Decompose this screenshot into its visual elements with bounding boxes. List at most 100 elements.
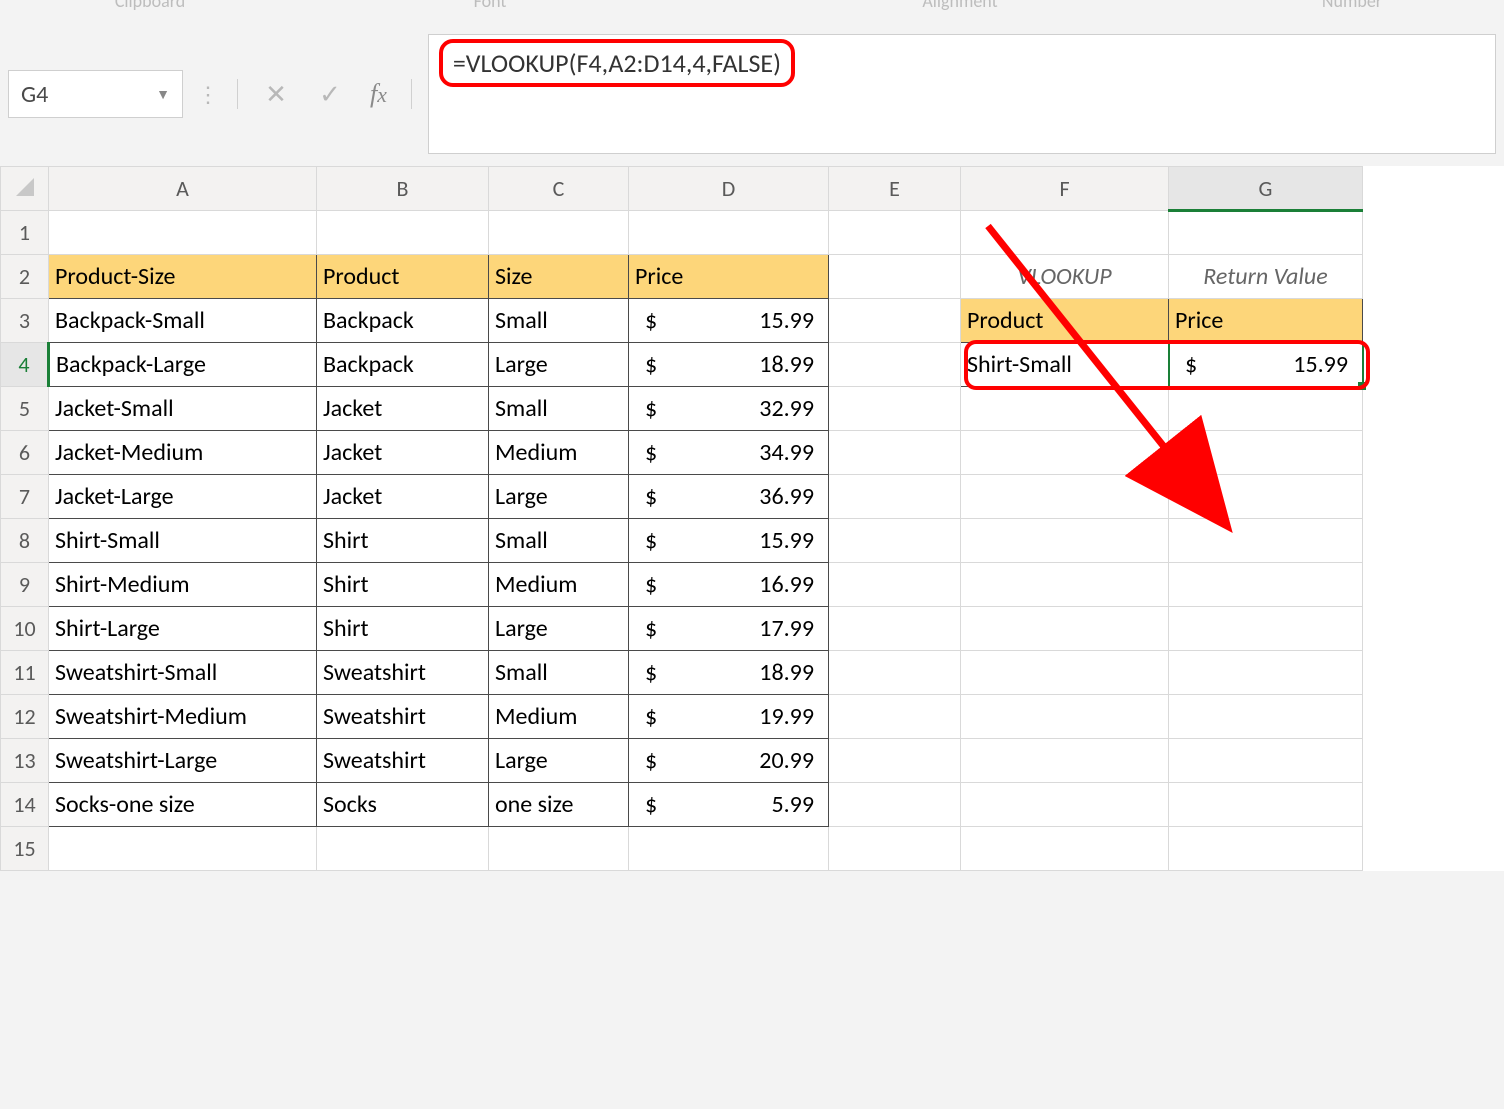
row-header-10[interactable]: 10 (1, 607, 49, 651)
cell[interactable] (829, 475, 961, 519)
cancel-icon[interactable]: ✕ (254, 72, 298, 116)
row-header-5[interactable]: 5 (1, 387, 49, 431)
price-cell[interactable]: $20.99 (629, 739, 829, 783)
row-9[interactable]: 9Shirt-MediumShirtMedium$16.99 (1, 563, 1363, 607)
cell-product-size[interactable]: Shirt-Small (49, 519, 317, 563)
price-cell[interactable]: $32.99 (629, 387, 829, 431)
price-cell[interactable]: $34.99 (629, 431, 829, 475)
cell-size[interactable]: Large (489, 607, 629, 651)
cell[interactable] (829, 827, 961, 871)
cell[interactable] (961, 651, 1169, 695)
row-6[interactable]: 6Jacket-MediumJacketMedium$34.99 (1, 431, 1363, 475)
row-4[interactable]: 4Backpack-LargeBackpackLarge$18.99Shirt-… (1, 343, 1363, 387)
cell[interactable] (829, 387, 961, 431)
cell[interactable] (829, 563, 961, 607)
header-size[interactable]: Size (489, 255, 629, 299)
col-header-C[interactable]: C (489, 167, 629, 211)
row-header-7[interactable]: 7 (1, 475, 49, 519)
cell-size[interactable]: Small (489, 651, 629, 695)
cell-product-size[interactable]: Socks-one size (49, 783, 317, 827)
cell-size[interactable]: Large (489, 343, 629, 387)
cell[interactable] (49, 211, 317, 255)
price-cell[interactable]: $15.99 (629, 519, 829, 563)
price-cell[interactable]: $5.99 (629, 783, 829, 827)
cell[interactable] (829, 651, 961, 695)
cell-product-size[interactable]: Jacket-Medium (49, 431, 317, 475)
cell-product[interactable]: Jacket (317, 431, 489, 475)
cell[interactable] (1169, 607, 1363, 651)
cell[interactable] (961, 695, 1169, 739)
cell[interactable] (1169, 695, 1363, 739)
row-header-11[interactable]: 11 (1, 651, 49, 695)
cell[interactable] (1169, 739, 1363, 783)
cell[interactable] (829, 431, 961, 475)
cell[interactable] (489, 827, 629, 871)
row-header-14[interactable]: 14 (1, 783, 49, 827)
chevron-down-icon[interactable]: ▼ (156, 86, 170, 103)
cell-product[interactable]: Shirt (317, 563, 489, 607)
row-header-6[interactable]: 6 (1, 431, 49, 475)
cell-size[interactable]: Large (489, 739, 629, 783)
cell[interactable] (961, 431, 1169, 475)
spreadsheet-grid[interactable]: A B C D E F G 12Product-SizeProductSizeP… (0, 166, 1504, 871)
cell-product[interactable]: Sweatshirt (317, 651, 489, 695)
cell[interactable] (829, 607, 961, 651)
cell[interactable] (961, 607, 1169, 651)
cell-product-size[interactable]: Backpack-Small (49, 299, 317, 343)
cell-product-size[interactable]: Sweatshirt-Small (49, 651, 317, 695)
cell[interactable] (961, 563, 1169, 607)
cell[interactable] (961, 387, 1169, 431)
select-all-corner[interactable] (1, 167, 49, 211)
cell-product-size[interactable]: Backpack-Large (49, 343, 317, 387)
cell[interactable] (829, 299, 961, 343)
cell-product-size[interactable]: Jacket-Small (49, 387, 317, 431)
cell[interactable] (1169, 563, 1363, 607)
cell-product[interactable]: Backpack (317, 299, 489, 343)
cell[interactable] (489, 211, 629, 255)
row-header-15[interactable]: 15 (1, 827, 49, 871)
col-header-F[interactable]: F (961, 167, 1169, 211)
row-7[interactable]: 7Jacket-LargeJacketLarge$36.99 (1, 475, 1363, 519)
cell-product-size[interactable]: Shirt-Medium (49, 563, 317, 607)
lookup-header-product[interactable]: Product (961, 299, 1169, 343)
cell[interactable] (829, 343, 961, 387)
fx-icon[interactable]: fx (362, 79, 395, 109)
cell[interactable] (629, 827, 829, 871)
price-cell[interactable]: $17.99 (629, 607, 829, 651)
row-13[interactable]: 13Sweatshirt-LargeSweatshirtLarge$20.99 (1, 739, 1363, 783)
col-header-G[interactable]: G (1169, 167, 1363, 211)
cell[interactable] (49, 827, 317, 871)
row-header-2[interactable]: 2 (1, 255, 49, 299)
row-12[interactable]: 12Sweatshirt-MediumSweatshirtMedium$19.9… (1, 695, 1363, 739)
row-8[interactable]: 8Shirt-SmallShirtSmall$15.99 (1, 519, 1363, 563)
cell-size[interactable]: Large (489, 475, 629, 519)
row-header-8[interactable]: 8 (1, 519, 49, 563)
cell[interactable] (829, 519, 961, 563)
name-box[interactable]: G4 ▼ (8, 70, 183, 118)
cell[interactable] (1169, 827, 1363, 871)
result-cell-G4[interactable]: $15.99 (1169, 343, 1363, 387)
row-header-3[interactable]: 3 (1, 299, 49, 343)
cell-product[interactable]: Shirt (317, 519, 489, 563)
price-cell[interactable]: $19.99 (629, 695, 829, 739)
cell[interactable] (829, 211, 961, 255)
cell-product[interactable]: Sweatshirt (317, 739, 489, 783)
row-header-12[interactable]: 12 (1, 695, 49, 739)
cell[interactable] (961, 739, 1169, 783)
cell-product-size[interactable]: Sweatshirt-Medium (49, 695, 317, 739)
col-header-D[interactable]: D (629, 167, 829, 211)
cell[interactable] (1169, 783, 1363, 827)
row-header-1[interactable]: 1 (1, 211, 49, 255)
cell[interactable] (629, 211, 829, 255)
cell[interactable] (961, 211, 1169, 255)
cell-product[interactable]: Shirt (317, 607, 489, 651)
enter-icon[interactable]: ✓ (308, 72, 352, 116)
cell[interactable] (1169, 431, 1363, 475)
cell-product[interactable]: Socks (317, 783, 489, 827)
row-3[interactable]: 3Backpack-SmallBackpackSmall$15.99Produc… (1, 299, 1363, 343)
row-15[interactable]: 15 (1, 827, 1363, 871)
cell[interactable] (961, 827, 1169, 871)
price-cell[interactable]: $15.99 (629, 299, 829, 343)
cell-product-size[interactable]: Shirt-Large (49, 607, 317, 651)
row-header-9[interactable]: 9 (1, 563, 49, 607)
